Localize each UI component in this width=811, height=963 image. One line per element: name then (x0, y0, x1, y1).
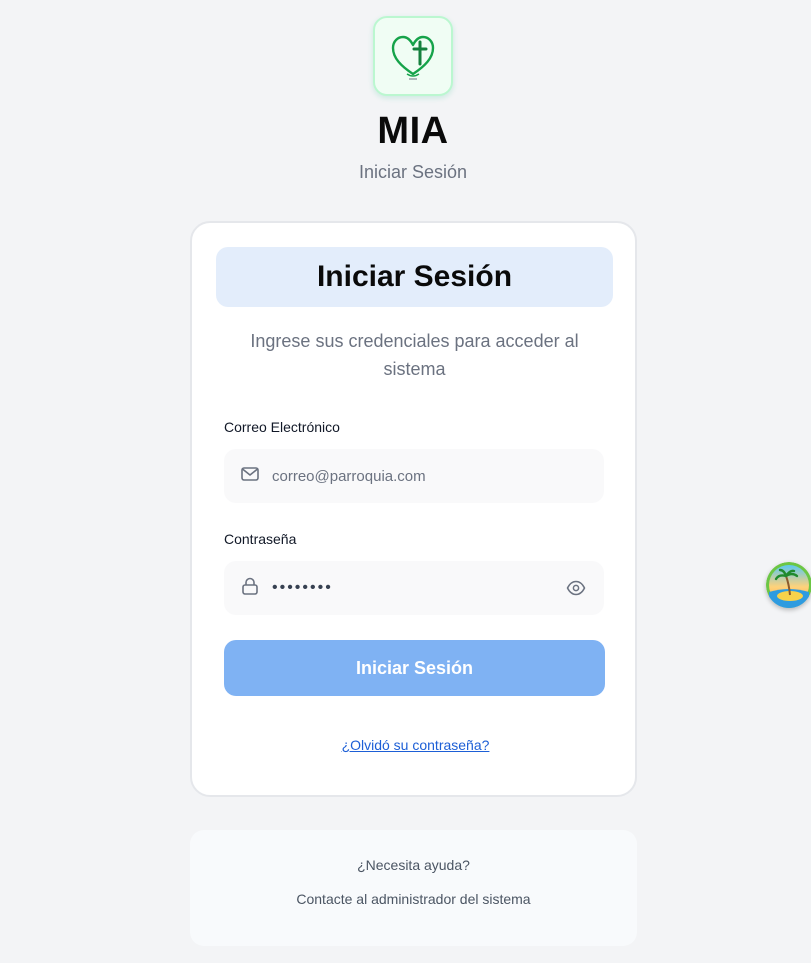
floating-assistant-button[interactable] (766, 562, 811, 608)
login-card: Iniciar Sesión Ingrese sus credenciales … (190, 221, 637, 797)
heart-cross-icon (391, 35, 435, 80)
lock-icon (242, 577, 258, 595)
password-label: Contraseña (224, 531, 297, 547)
help-box: ¿Necesita ayuda? Contacte al administrad… (190, 830, 637, 946)
app-title: MIA (377, 110, 449, 152)
email-field-wrapper (224, 449, 604, 503)
email-input[interactable] (272, 449, 552, 503)
login-button[interactable]: Iniciar Sesión (224, 640, 605, 696)
card-description: Ingrese sus credenciales para acceder al… (250, 331, 579, 379)
app-logo (373, 16, 453, 96)
help-text: Contacte al administrador del sistema (296, 891, 531, 907)
help-title: ¿Necesita ayuda? (357, 857, 470, 873)
tropical-island-icon (766, 562, 811, 608)
card-heading: Iniciar Sesión (216, 247, 613, 307)
forgot-password-link[interactable]: ¿Olvidó su contraseña? (192, 737, 639, 753)
login-page: MIA Iniciar Sesión Iniciar Sesión Ingres… (0, 0, 811, 963)
password-field-wrapper (224, 561, 604, 615)
app-subtitle: Iniciar Sesión (358, 162, 468, 182)
email-label: Correo Electrónico (224, 419, 340, 435)
eye-icon[interactable] (566, 578, 586, 598)
mail-icon (241, 467, 259, 481)
password-input[interactable] (272, 561, 552, 615)
